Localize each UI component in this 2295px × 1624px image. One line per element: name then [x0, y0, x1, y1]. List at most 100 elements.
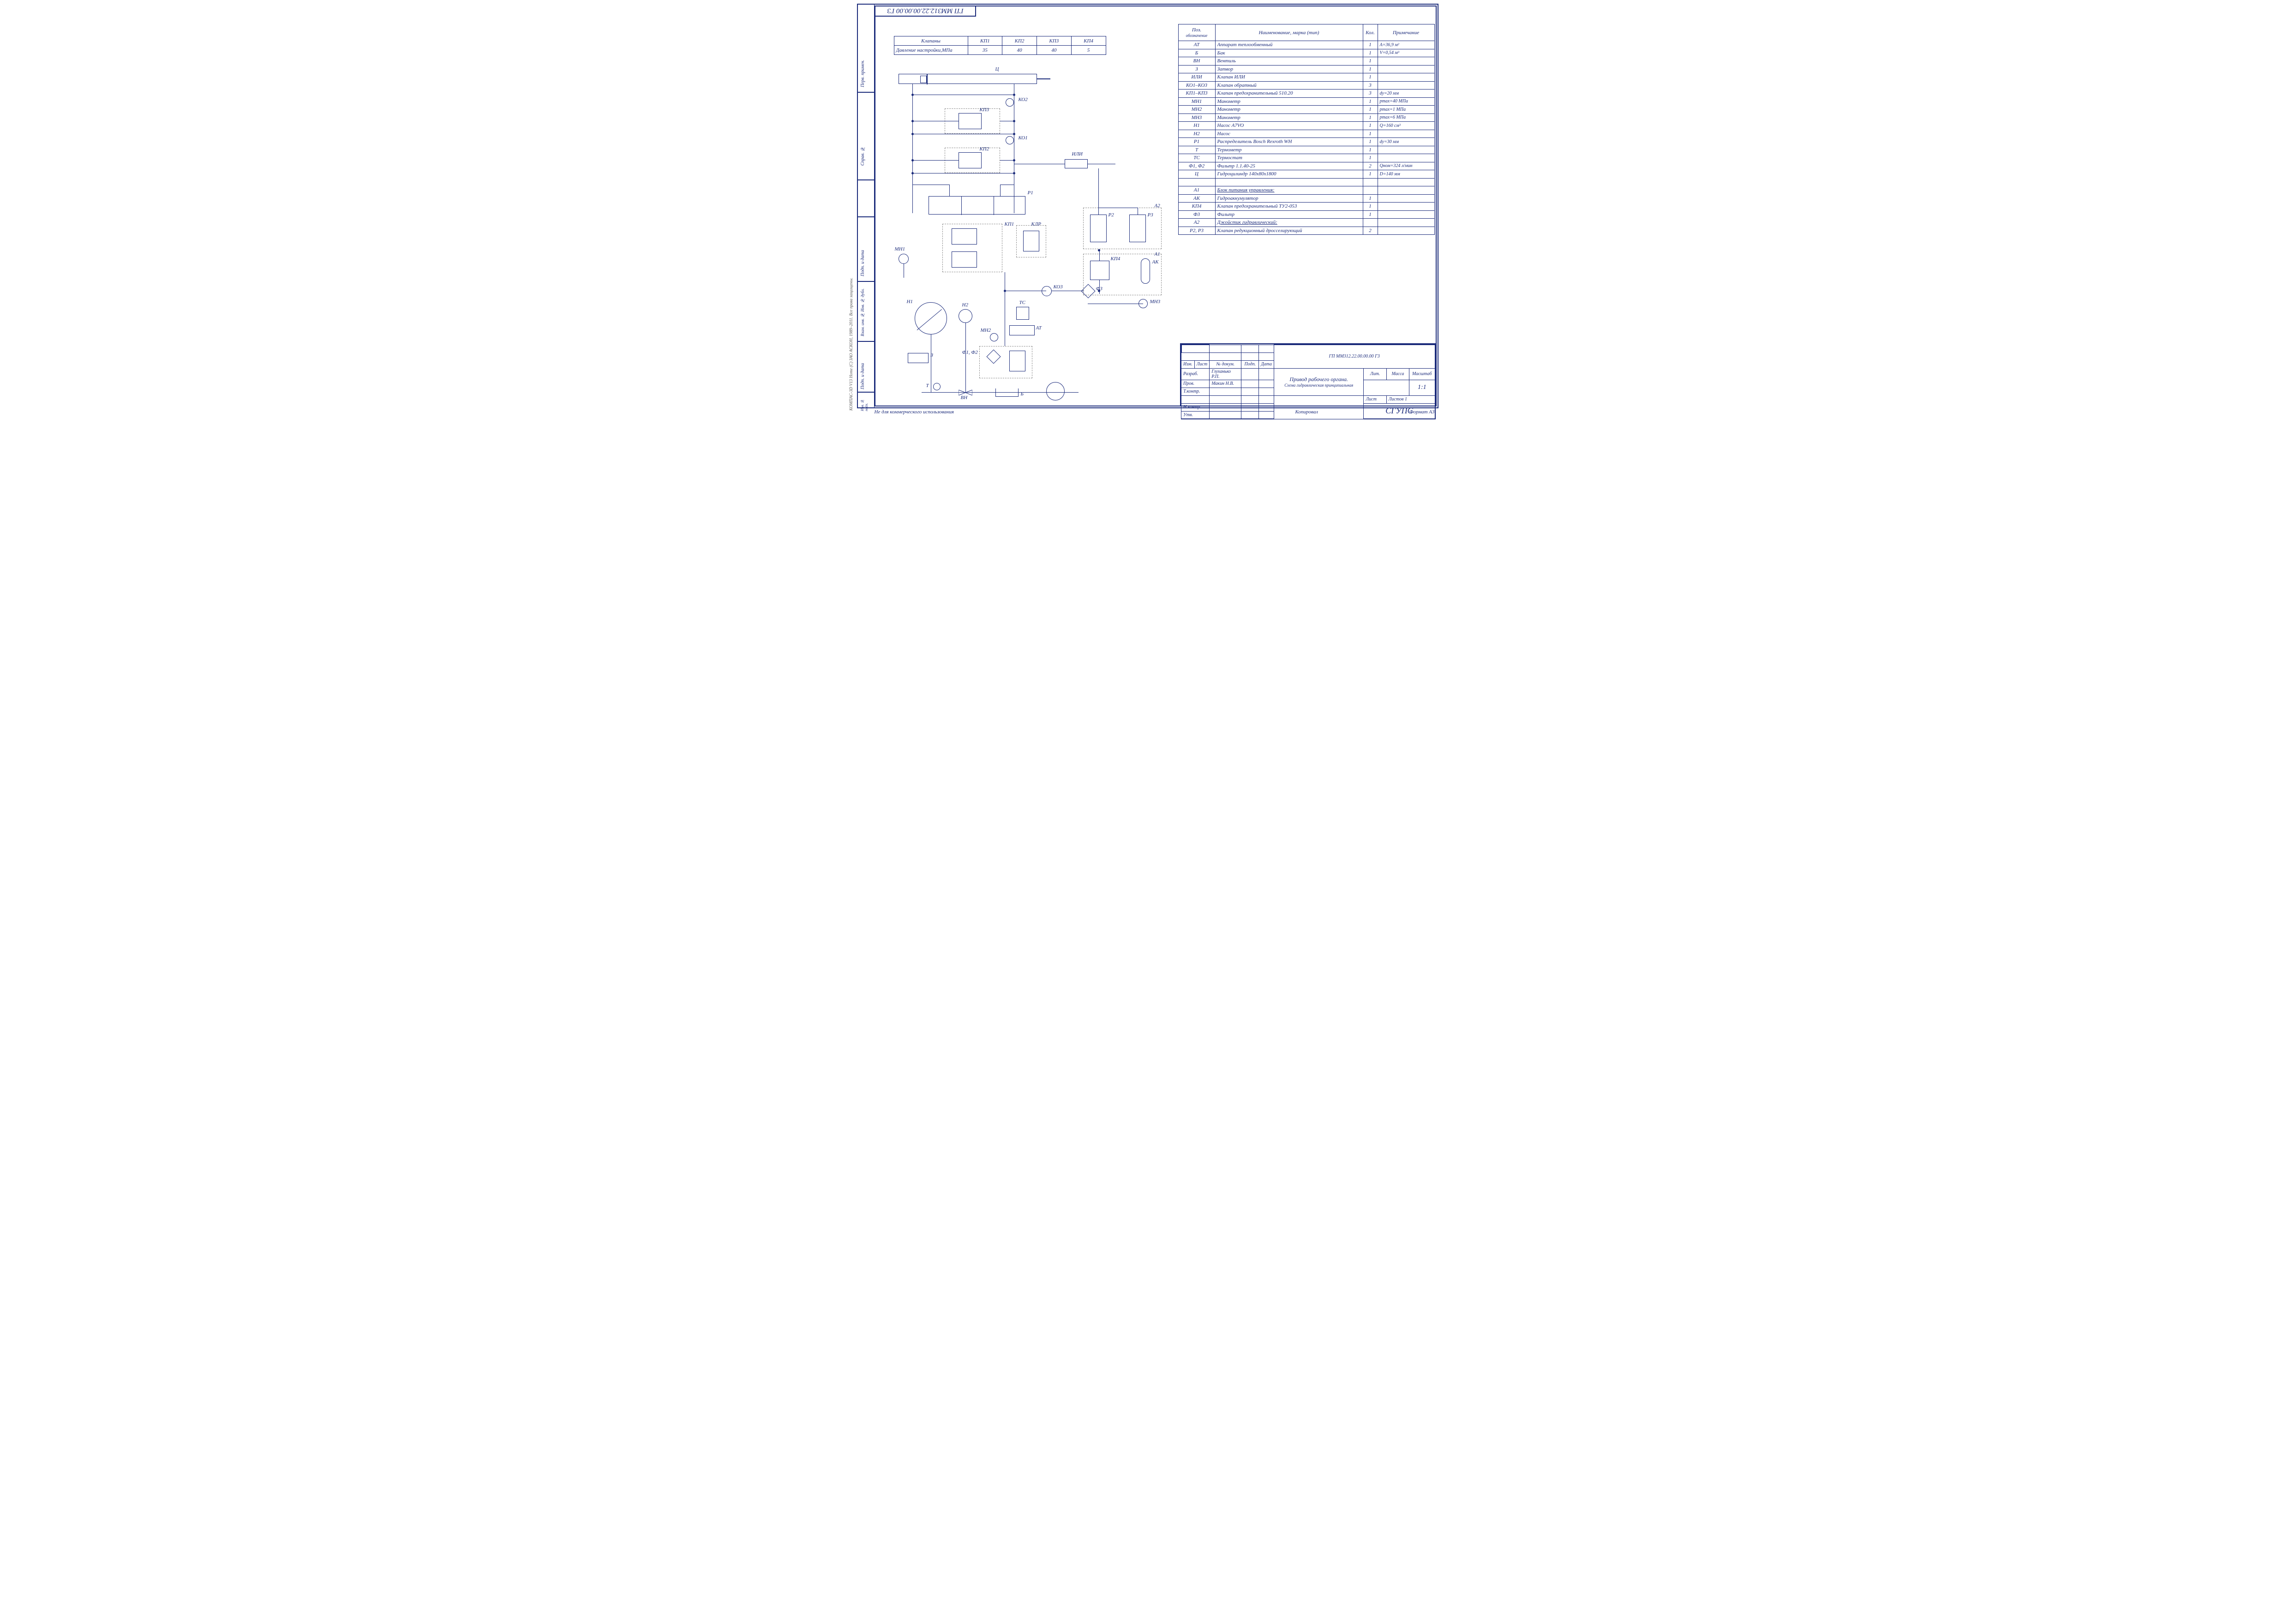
lbl-a1: А1	[1155, 251, 1160, 257]
table-row: АКГидроаккумулятор1	[1178, 194, 1434, 203]
watermark: КОМПАС-3D V13 Home (C) ЗАО АСКОН, 1989–2…	[849, 198, 853, 411]
title-block: ГП ММ312.22.00.00.00 Г3 Изм. Лист № доку…	[1180, 343, 1437, 406]
tb-scaleh: Масштаб	[1409, 368, 1435, 380]
lbl-vn: ВН	[961, 395, 968, 400]
tb-lit: Лит.	[1364, 368, 1386, 380]
lbl-klr: КЛР	[1031, 221, 1041, 227]
tb-utv: Утв.	[1181, 411, 1210, 419]
lbl-ko1: КО1	[1019, 135, 1028, 141]
side-podp2: Подп. и дата	[860, 343, 865, 389]
drawing-sheet: Перв. примен. Справ. № Подп. и дата Взам…	[852, 0, 1443, 418]
lbl-mn3: МН3	[1150, 299, 1161, 304]
side-inv: Инв. № подл.	[860, 393, 869, 411]
tb-title1: Привод рабочего органа.	[1276, 376, 1362, 383]
valves-col-kp1: КП1	[968, 36, 1002, 46]
sym-t	[933, 383, 941, 390]
table-row: МН2Манометр1pmax=1 МПа	[1178, 106, 1434, 114]
table-row: Ф3Фильтр1	[1178, 210, 1434, 219]
tb-prov-name: Макин Н.В.	[1210, 380, 1241, 388]
lbl-mn2: МН2	[981, 328, 991, 333]
tb-tkontr: Т.контр.	[1181, 388, 1210, 395]
sym-mn2	[990, 333, 998, 341]
valves-row2-label: Давление настройки,МПа	[894, 46, 968, 55]
bom-table-wrap: Поз.обозначение Наименование, марка (тип…	[1178, 24, 1435, 235]
lbl-ak: АК	[1152, 259, 1159, 265]
lbl-ko2: КО2	[1019, 97, 1028, 102]
valves-table: Клапаны КП1 КП2 КП3 КП4 Давление настрой…	[894, 36, 1106, 55]
sym-p2	[1090, 215, 1107, 242]
footer-right: Формат А3	[1409, 409, 1435, 415]
bom-head-note: Примечание	[1378, 24, 1434, 41]
sym-kp4	[1090, 261, 1109, 280]
tb-listov: Листов 1	[1386, 395, 1435, 403]
valves-val-1: 40	[1002, 46, 1037, 55]
table-row: МН1Манометр1pmax=40 МПа	[1178, 97, 1434, 106]
lbl-kp2: КП2	[980, 146, 989, 152]
table-row: ББак1V=0,54 м³	[1178, 49, 1434, 57]
sym-p1	[929, 196, 1025, 215]
tb-ndoc: № докум.	[1210, 360, 1241, 368]
side-vzam: Взам. инв. № Инв. № дубл.	[860, 221, 865, 336]
lbl-f12: Ф1, Ф2	[962, 350, 978, 355]
lbl-kp3: КП3	[980, 107, 989, 113]
table-row: А2Джойстик гидравлический:	[1178, 219, 1434, 227]
sym-mn1	[899, 254, 909, 264]
table-row: ТСТермостат1	[1178, 154, 1434, 162]
sym-motor	[1046, 382, 1065, 400]
bom-head-pos2: обозначение	[1186, 33, 1208, 38]
drawing-number-tab: ГП ММ312.22.00.00.00 Г3	[875, 6, 976, 17]
bom-head-qty: Кол.	[1363, 24, 1378, 41]
table-row: ИЛИКлапан ИЛИ1	[1178, 73, 1434, 82]
drawing-number-top: ГП ММ312.22.00.00.00 Г3	[875, 6, 975, 14]
sym-z	[908, 353, 929, 363]
table-row: А1Блок питания управления:	[1178, 186, 1434, 195]
sym-ko1	[1006, 136, 1014, 144]
sym-b	[995, 388, 1019, 397]
bom-head-pos: Поз.	[1192, 27, 1201, 33]
bom-head-name: Наименование, марка (тип)	[1215, 24, 1363, 41]
side-perv-primen: Перв. примен.	[860, 13, 865, 87]
valves-val-3: 5	[1071, 46, 1106, 55]
lbl-mn1: МН1	[895, 246, 905, 252]
table-row: Р1Распределитель Bosch Rexroth WH1dу=30 …	[1178, 138, 1434, 146]
side-strip: Перв. примен. Справ. № Подп. и дата Взам…	[857, 4, 875, 408]
lbl-p3: Р3	[1148, 212, 1153, 218]
table-row: КП4Клапан предохранительный ТУ2-0531	[1178, 203, 1434, 211]
table-row: ВНВентиль1	[1178, 57, 1434, 66]
lbl-c: Ц	[995, 66, 999, 72]
valves-col-kp3: КП3	[1037, 36, 1072, 46]
valves-val-2: 40	[1037, 46, 1072, 55]
table-row: Ф1, Ф2Фильтр 1.1.40-252Qном=324 л/мин	[1178, 162, 1434, 170]
tb-list2: Лист	[1364, 395, 1386, 403]
tb-prov: Пров.	[1181, 380, 1210, 388]
hydraulic-schematic: Ц КО2 КП3 КО1 КП2 ИЛИ	[889, 69, 1166, 411]
table-row	[1178, 178, 1434, 186]
tb-massa: Масса	[1386, 368, 1409, 380]
lbl-t: Т	[926, 383, 929, 388]
tb-podp: Подп.	[1241, 360, 1259, 368]
lbl-p1: Р1	[1028, 190, 1033, 196]
sym-ko2	[1006, 98, 1014, 107]
lbl-b: Б	[1021, 391, 1024, 397]
sym-ts	[1016, 307, 1029, 320]
valves-row1-label: Клапаны	[894, 36, 968, 46]
footer-mid: Копировал	[1295, 409, 1318, 415]
table-row: Р2, Р3Клапан редукционный дросселирующий…	[1178, 227, 1434, 235]
table-row: Н2Насос1	[1178, 130, 1434, 138]
lbl-h1: Н1	[907, 299, 913, 304]
sym-ko3	[1042, 286, 1052, 296]
lbl-ko3: КО3	[1054, 284, 1063, 290]
tb-title2: Схема гидравлическая принципиальная	[1276, 383, 1362, 388]
table-row: МН3Манометр1pmax=6 МПа	[1178, 113, 1434, 122]
table-row: АТАппарат теплообменный1А=36,9 м²	[1178, 41, 1434, 49]
lbl-h2: Н2	[962, 302, 968, 308]
sym-at	[1009, 325, 1035, 335]
table-row: ЗЗатвор1	[1178, 65, 1434, 73]
lbl-kp1: КП1	[1005, 221, 1014, 227]
sym-ak	[1141, 258, 1150, 284]
table-row: Н1Насос A7VO1Q=160 см³	[1178, 122, 1434, 130]
lbl-p2: Р2	[1109, 212, 1114, 218]
tb-list: Лист	[1194, 360, 1209, 368]
valves-val-0: 35	[968, 46, 1002, 55]
lbl-ili: ИЛИ	[1072, 151, 1083, 157]
